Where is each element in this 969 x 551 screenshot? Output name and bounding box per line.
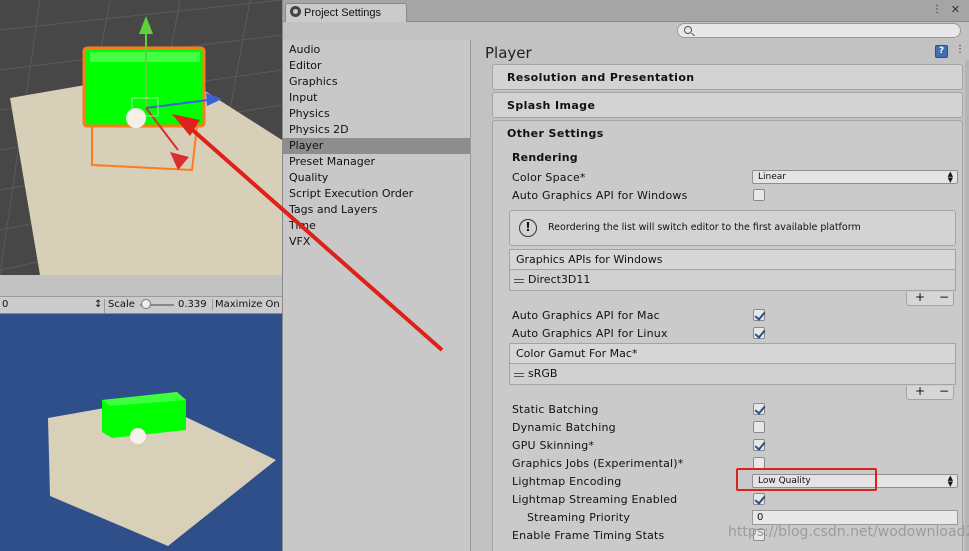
tab-title: Project Settings [304, 7, 382, 19]
search-icon [684, 26, 692, 34]
dynamic-batching-checkbox[interactable] [753, 421, 765, 433]
sphere [126, 108, 146, 128]
list-item-label: Direct3D11 [528, 273, 591, 286]
static-batching-checkbox[interactable] [753, 403, 765, 415]
color-gamut-mac-list: Color Gamut For Mac* sRGB [509, 343, 956, 385]
warning-icon: ! [519, 219, 537, 237]
auto-graphics-api-windows-checkbox[interactable] [753, 189, 765, 201]
sidebar-item-script-execution-order[interactable]: Script Execution Order [283, 186, 470, 202]
dropdown-arrows-icon: ▲ ▼ [947, 474, 953, 488]
lightmap-encoding-label: Lightmap Encoding [512, 475, 622, 488]
auto-graphics-api-mac-checkbox[interactable] [753, 309, 765, 321]
graphics-jobs-label: Graphics Jobs (Experimental)* [512, 457, 684, 470]
lightmap-streaming-checkbox[interactable] [753, 493, 765, 505]
list-item[interactable]: Direct3D11 [510, 270, 955, 290]
watermark: https://blog.csdn.net/wodownload2 [728, 524, 969, 540]
annotation-highlight-box [736, 468, 877, 491]
scrollbar[interactable] [965, 60, 969, 551]
auto-graphics-api-linux-label: Auto Graphics API for Linux [512, 327, 668, 340]
dropdown-arrows-icon: ▲ ▼ [947, 170, 953, 184]
sidebar-item-player[interactable]: Player [283, 138, 470, 154]
auto-graphics-api-linux-checkbox[interactable] [753, 327, 765, 339]
graphics-apis-windows-list: Graphics APIs for Windows Direct3D11 [509, 249, 956, 291]
frame-timing-stats-label: Enable Frame Timing Stats [512, 529, 665, 542]
list-item[interactable]: sRGB [510, 364, 955, 384]
game-view[interactable] [0, 314, 282, 551]
sidebar-item-vfx[interactable]: VFX [283, 234, 470, 250]
drag-handle-icon[interactable] [514, 373, 524, 377]
tab-project-settings[interactable]: Project Settings [285, 3, 407, 22]
gpu-skinning-checkbox[interactable] [753, 439, 765, 451]
scale-value: 0.339 [178, 299, 207, 310]
close-icon[interactable]: ✕ [951, 3, 960, 16]
static-batching-label: Static Batching [512, 403, 599, 416]
add-item-button[interactable]: + [915, 384, 925, 398]
streaming-priority-field[interactable]: 0 [752, 510, 958, 525]
sidebar-item-time[interactable]: Time [283, 218, 470, 234]
game-canvas [48, 392, 276, 546]
view-divider [0, 275, 282, 296]
list-item-label: sRGB [528, 367, 558, 380]
section-other-settings-title[interactable]: Other Settings [507, 127, 604, 140]
add-item-button[interactable]: + [915, 290, 925, 304]
sidebar-item-tags-and-layers[interactable]: Tags and Layers [283, 202, 470, 218]
window-tab-bar: Project Settings ⋮ ✕ [283, 0, 969, 22]
game-sphere [130, 428, 146, 444]
gizmo-y-arrow-icon[interactable] [139, 16, 153, 34]
sidebar-item-editor[interactable]: Editor [283, 58, 470, 74]
sidebar-item-quality[interactable]: Quality [283, 170, 470, 186]
section-other-settings: Other Settings Rendering Color Space* Li… [492, 120, 963, 551]
scene-view[interactable] [0, 0, 282, 275]
maximize-on-play-toggle[interactable]: Maximize On [212, 299, 280, 310]
color-space-label: Color Space* [512, 171, 586, 184]
gear-icon [290, 6, 301, 17]
color-space-dropdown[interactable]: Linear ▲ ▼ [752, 170, 958, 184]
gpu-skinning-label: GPU Skinning* [512, 439, 595, 452]
list-header: Color Gamut For Mac* [510, 344, 955, 364]
streaming-priority-label: Streaming Priority [527, 511, 631, 524]
info-text: Reordering the list will switch editor t… [548, 222, 861, 233]
scale-label: Scale [108, 299, 135, 310]
lightmap-streaming-label: Lightmap Streaming Enabled [512, 493, 678, 506]
list-header: Graphics APIs for Windows [510, 250, 955, 270]
sidebar-item-preset-manager[interactable]: Preset Manager [283, 154, 470, 170]
panel-menu-icon[interactable]: ⋮ [955, 44, 965, 58]
search-input[interactable] [677, 23, 961, 38]
kebab-menu-icon[interactable]: ⋮ [932, 4, 944, 16]
sidebar-item-physics[interactable]: Physics [283, 106, 470, 122]
dynamic-batching-label: Dynamic Batching [512, 421, 616, 434]
drag-handle-icon[interactable] [514, 279, 524, 283]
section-resolution-and-presentation[interactable]: Resolution and Presentation [492, 64, 963, 90]
auto-graphics-api-mac-label: Auto Graphics API for Mac [512, 309, 660, 322]
display-label[interactable]: 0 [2, 299, 8, 310]
toolbar-divider [104, 299, 105, 313]
color-gamut-list-buttons: + − [906, 384, 954, 400]
sidebar-item-graphics[interactable]: Graphics [283, 74, 470, 90]
help-icon[interactable]: ? [935, 45, 948, 58]
scene-canvas[interactable] [0, 0, 282, 275]
graphics-apis-list-buttons: + − [906, 290, 954, 306]
info-box: ! Reordering the list will switch editor… [509, 210, 956, 246]
page-title: Player [485, 44, 532, 62]
section-splash-image[interactable]: Splash Image [492, 92, 963, 118]
settings-sidebar: Audio Editor Graphics Input Physics Phys… [283, 40, 471, 551]
sidebar-item-input[interactable]: Input [283, 90, 470, 106]
resolution-dropdown-arrow-icon[interactable]: ↕ [94, 299, 102, 310]
rendering-heading: Rendering [512, 151, 578, 164]
auto-graphics-api-windows-label: Auto Graphics API for Windows [512, 189, 688, 202]
sidebar-item-audio[interactable]: Audio [283, 42, 470, 58]
remove-item-button[interactable]: − [939, 384, 949, 398]
sidebar-item-physics-2d[interactable]: Physics 2D [283, 122, 470, 138]
player-settings-panel: Player ? ⋮ Resolution and Presentation S… [473, 40, 969, 551]
scale-slider-thumb[interactable] [141, 299, 151, 309]
search-row [283, 22, 969, 40]
game-view-toolbar: 0 ↕ Scale 0.339 Maximize On [0, 296, 282, 314]
color-space-value: Linear [758, 172, 786, 182]
remove-item-button[interactable]: − [939, 290, 949, 304]
